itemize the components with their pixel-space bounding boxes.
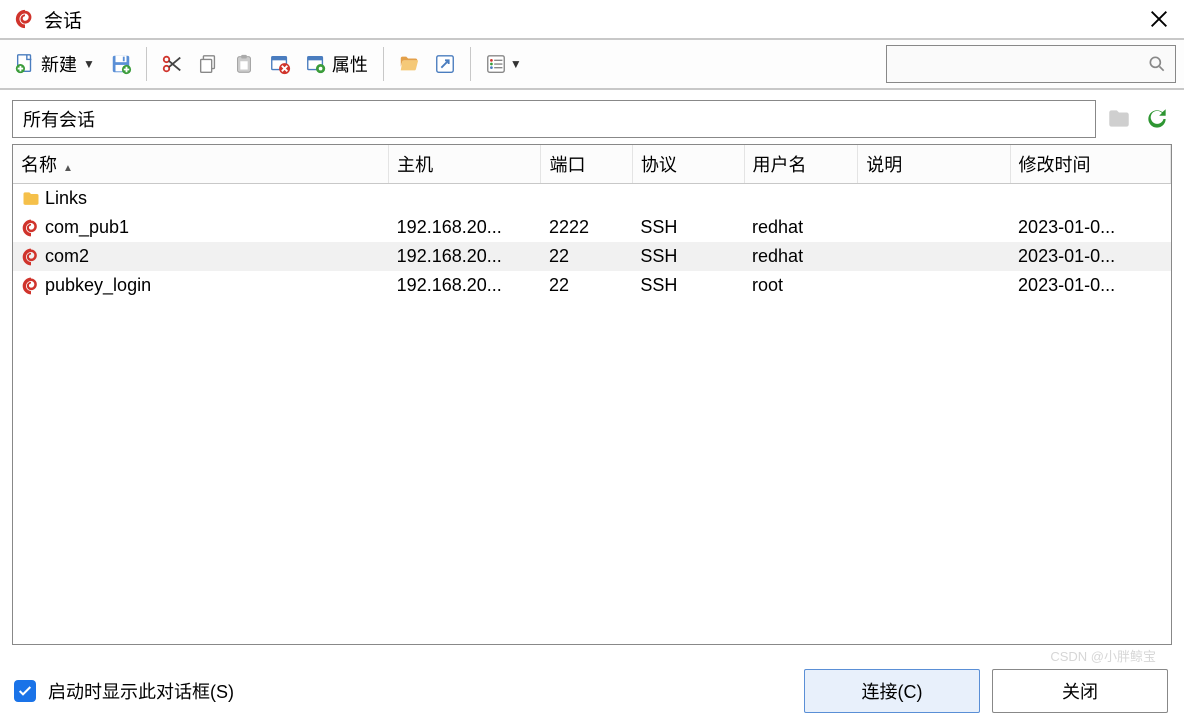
cut-button[interactable] bbox=[155, 45, 189, 83]
list-view-icon bbox=[484, 52, 508, 76]
cell-mtime: 2023-01-0... bbox=[1010, 213, 1170, 242]
new-button[interactable]: 新建 ▼ bbox=[8, 45, 102, 83]
filter-bar: 所有会话 bbox=[12, 100, 1172, 138]
copy-button[interactable] bbox=[191, 45, 225, 83]
cell-host bbox=[389, 184, 541, 214]
cell-user: redhat bbox=[744, 242, 858, 271]
col-proto[interactable]: 协议 bbox=[632, 145, 744, 184]
cell-port: 22 bbox=[541, 242, 632, 271]
view-list-button[interactable]: ▼ bbox=[479, 45, 527, 83]
table-header-row: 名称 主机 端口 协议 用户名 说明 修改时间 bbox=[13, 145, 1171, 184]
cell-name: pubkey_login bbox=[45, 275, 151, 296]
cell-desc bbox=[858, 213, 1010, 242]
copy-icon bbox=[196, 52, 220, 76]
breadcrumb[interactable]: 所有会话 bbox=[12, 100, 1096, 138]
cell-name: com2 bbox=[45, 246, 89, 267]
delete-window-icon bbox=[268, 52, 292, 76]
session-swirl-icon bbox=[21, 218, 41, 238]
search-icon bbox=[1145, 52, 1169, 76]
cell-mtime bbox=[1010, 184, 1170, 214]
cell-proto bbox=[632, 184, 744, 214]
session-swirl-icon bbox=[21, 276, 41, 296]
properties-button[interactable]: 属性 bbox=[299, 45, 375, 83]
table-row[interactable]: Links bbox=[13, 184, 1171, 214]
cell-mtime: 2023-01-0... bbox=[1010, 271, 1170, 300]
cell-name: Links bbox=[45, 188, 87, 209]
scissors-icon bbox=[160, 52, 184, 76]
window-title: 会话 bbox=[44, 6, 82, 33]
properties-label: 属性 bbox=[332, 51, 368, 77]
cell-host: 192.168.20... bbox=[389, 271, 541, 300]
chevron-down-icon: ▼ bbox=[510, 57, 522, 71]
cell-user: root bbox=[744, 271, 858, 300]
save-icon bbox=[109, 52, 133, 76]
shortcut-button[interactable] bbox=[428, 45, 462, 83]
close-button[interactable]: 关闭 bbox=[992, 669, 1168, 713]
separator bbox=[383, 47, 384, 81]
shortcut-icon bbox=[433, 52, 457, 76]
cell-mtime: 2023-01-0... bbox=[1010, 242, 1170, 271]
cell-proto: SSH bbox=[632, 213, 744, 242]
cell-name: com_pub1 bbox=[45, 217, 129, 238]
paste-icon bbox=[232, 52, 256, 76]
toolbar: 新建 ▼ bbox=[0, 40, 1184, 90]
chevron-down-icon: ▼ bbox=[83, 57, 95, 71]
new-label: 新建 bbox=[41, 51, 77, 77]
cell-proto: SSH bbox=[632, 242, 744, 271]
cell-port: 22 bbox=[541, 271, 632, 300]
cell-host: 192.168.20... bbox=[389, 213, 541, 242]
cell-desc bbox=[858, 271, 1010, 300]
folder-icon bbox=[21, 189, 41, 209]
search-input[interactable] bbox=[893, 56, 1145, 73]
table-row[interactable]: pubkey_login 192.168.20...22SSHroot 2023-0… bbox=[13, 271, 1171, 300]
startup-check-label: 启动时显示此对话框(S) bbox=[48, 678, 234, 704]
gear-window-icon bbox=[304, 52, 328, 76]
connect-button[interactable]: 连接(C) bbox=[804, 669, 980, 713]
new-file-icon bbox=[13, 52, 37, 76]
app-swirl-icon bbox=[14, 8, 36, 30]
col-port[interactable]: 端口 bbox=[541, 145, 632, 184]
separator bbox=[470, 47, 471, 81]
folder-grey-icon[interactable] bbox=[1104, 104, 1134, 134]
close-icon[interactable] bbox=[1144, 4, 1174, 34]
separator bbox=[146, 47, 147, 81]
col-user[interactable]: 用户名 bbox=[744, 145, 858, 184]
cell-user: redhat bbox=[744, 213, 858, 242]
paste-button[interactable] bbox=[227, 45, 261, 83]
cell-proto: SSH bbox=[632, 271, 744, 300]
refresh-icon[interactable] bbox=[1142, 104, 1172, 134]
col-host[interactable]: 主机 bbox=[389, 145, 541, 184]
cell-port bbox=[541, 184, 632, 214]
startup-checkbox[interactable] bbox=[14, 680, 36, 702]
delete-button[interactable] bbox=[263, 45, 297, 83]
table-row[interactable]: com_pub1 192.168.20...2222SSHredhat 2023-0… bbox=[13, 213, 1171, 242]
sessions-table: 名称 主机 端口 协议 用户名 说明 修改时间 Links com_pub1 192… bbox=[12, 144, 1172, 645]
col-mtime[interactable]: 修改时间 bbox=[1010, 145, 1170, 184]
titlebar: 会话 bbox=[0, 0, 1184, 40]
session-swirl-icon bbox=[21, 247, 41, 267]
cell-desc bbox=[858, 242, 1010, 271]
open-folder-button[interactable] bbox=[392, 45, 426, 83]
col-desc[interactable]: 说明 bbox=[858, 145, 1010, 184]
cell-host: 192.168.20... bbox=[389, 242, 541, 271]
toolbar-search[interactable] bbox=[886, 45, 1176, 83]
cell-port: 2222 bbox=[541, 213, 632, 242]
col-name[interactable]: 名称 bbox=[13, 145, 389, 184]
footer: 启动时显示此对话框(S) 连接(C) 关闭 bbox=[0, 655, 1184, 727]
cell-user bbox=[744, 184, 858, 214]
folder-open-icon bbox=[397, 52, 421, 76]
table-row[interactable]: com2 192.168.20...22SSHredhat 2023-01-0... bbox=[13, 242, 1171, 271]
save-button[interactable] bbox=[104, 45, 138, 83]
cell-desc bbox=[858, 184, 1010, 214]
breadcrumb-text: 所有会话 bbox=[23, 106, 95, 132]
